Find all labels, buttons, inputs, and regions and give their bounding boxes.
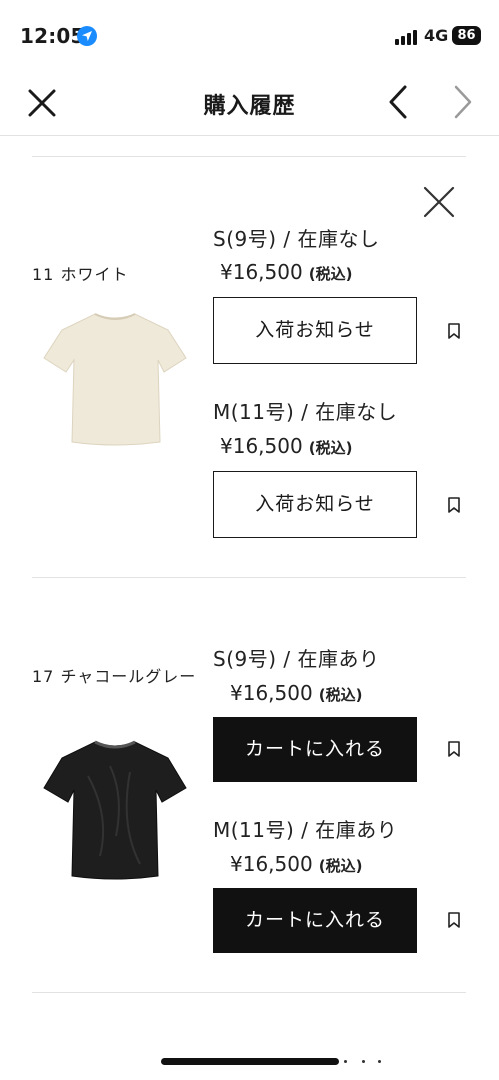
variant-size-stock: S(9号) / 在庫あり (213, 647, 380, 671)
tax-included-note: (税込) (318, 857, 363, 875)
restock-notify-button[interactable]: 入荷お知らせ (213, 471, 417, 538)
color-label: 17 チャコールグレー (32, 667, 197, 686)
battery-level: 86 (452, 26, 481, 45)
variant-price: ¥16,500 (230, 852, 313, 876)
variant-price-line: ¥16,500 (税込) (220, 433, 352, 461)
add-to-cart-button[interactable]: カートに入れる (213, 717, 417, 782)
color-label: 11 ホワイト (32, 265, 129, 284)
location-arrow-icon (77, 26, 97, 46)
divider (32, 156, 466, 157)
variant-price: ¥16,500 (230, 681, 313, 705)
variant-price: ¥16,500 (220, 434, 303, 458)
variant-price-line: ¥16,500 (税込) (220, 259, 352, 287)
restock-notify-button[interactable]: 入荷お知らせ (213, 297, 417, 364)
bookmark-icon[interactable] (448, 912, 460, 928)
tax-included-note: (税込) (318, 686, 363, 704)
page-dots (344, 1058, 384, 1065)
tax-included-note: (税込) (308, 439, 353, 457)
product-image-white-tshirt[interactable] (40, 302, 190, 452)
remove-item-close-icon[interactable] (423, 186, 455, 218)
nav-header: 購入履歴 (0, 72, 499, 136)
variant-price: ¥16,500 (220, 260, 303, 284)
home-indicator[interactable] (161, 1058, 339, 1065)
cellular-signal-icon (395, 29, 419, 45)
status-time: 12:05 (20, 24, 85, 48)
product-image-charcoal-tshirt[interactable] (40, 736, 190, 886)
variant-size-stock: M(11号) / 在庫あり (213, 818, 398, 842)
divider (32, 992, 466, 993)
bookmark-icon[interactable] (448, 323, 460, 339)
purchase-history-screen: 12:05 4G 86 購入履歴 11 ホワイト S(9号) / 在庫なし ¥1… (0, 0, 499, 1080)
status-bar: 12:05 4G 86 (0, 0, 499, 72)
page-title: 購入履歴 (203, 94, 296, 119)
variant-price-line: ¥16,500 (税込) (230, 680, 362, 708)
network-type: 4G (424, 26, 449, 45)
divider (32, 577, 466, 578)
variant-size-stock: M(11号) / 在庫なし (213, 400, 398, 424)
variant-size-stock: S(9号) / 在庫なし (213, 227, 380, 251)
tax-included-note: (税込) (308, 265, 353, 283)
bookmark-icon[interactable] (448, 497, 460, 513)
variant-price-line: ¥16,500 (税込) (230, 851, 362, 879)
chevron-right-icon[interactable] (450, 84, 476, 120)
chevron-left-icon[interactable] (385, 84, 411, 120)
add-to-cart-button[interactable]: カートに入れる (213, 888, 417, 953)
bookmark-icon[interactable] (448, 741, 460, 757)
